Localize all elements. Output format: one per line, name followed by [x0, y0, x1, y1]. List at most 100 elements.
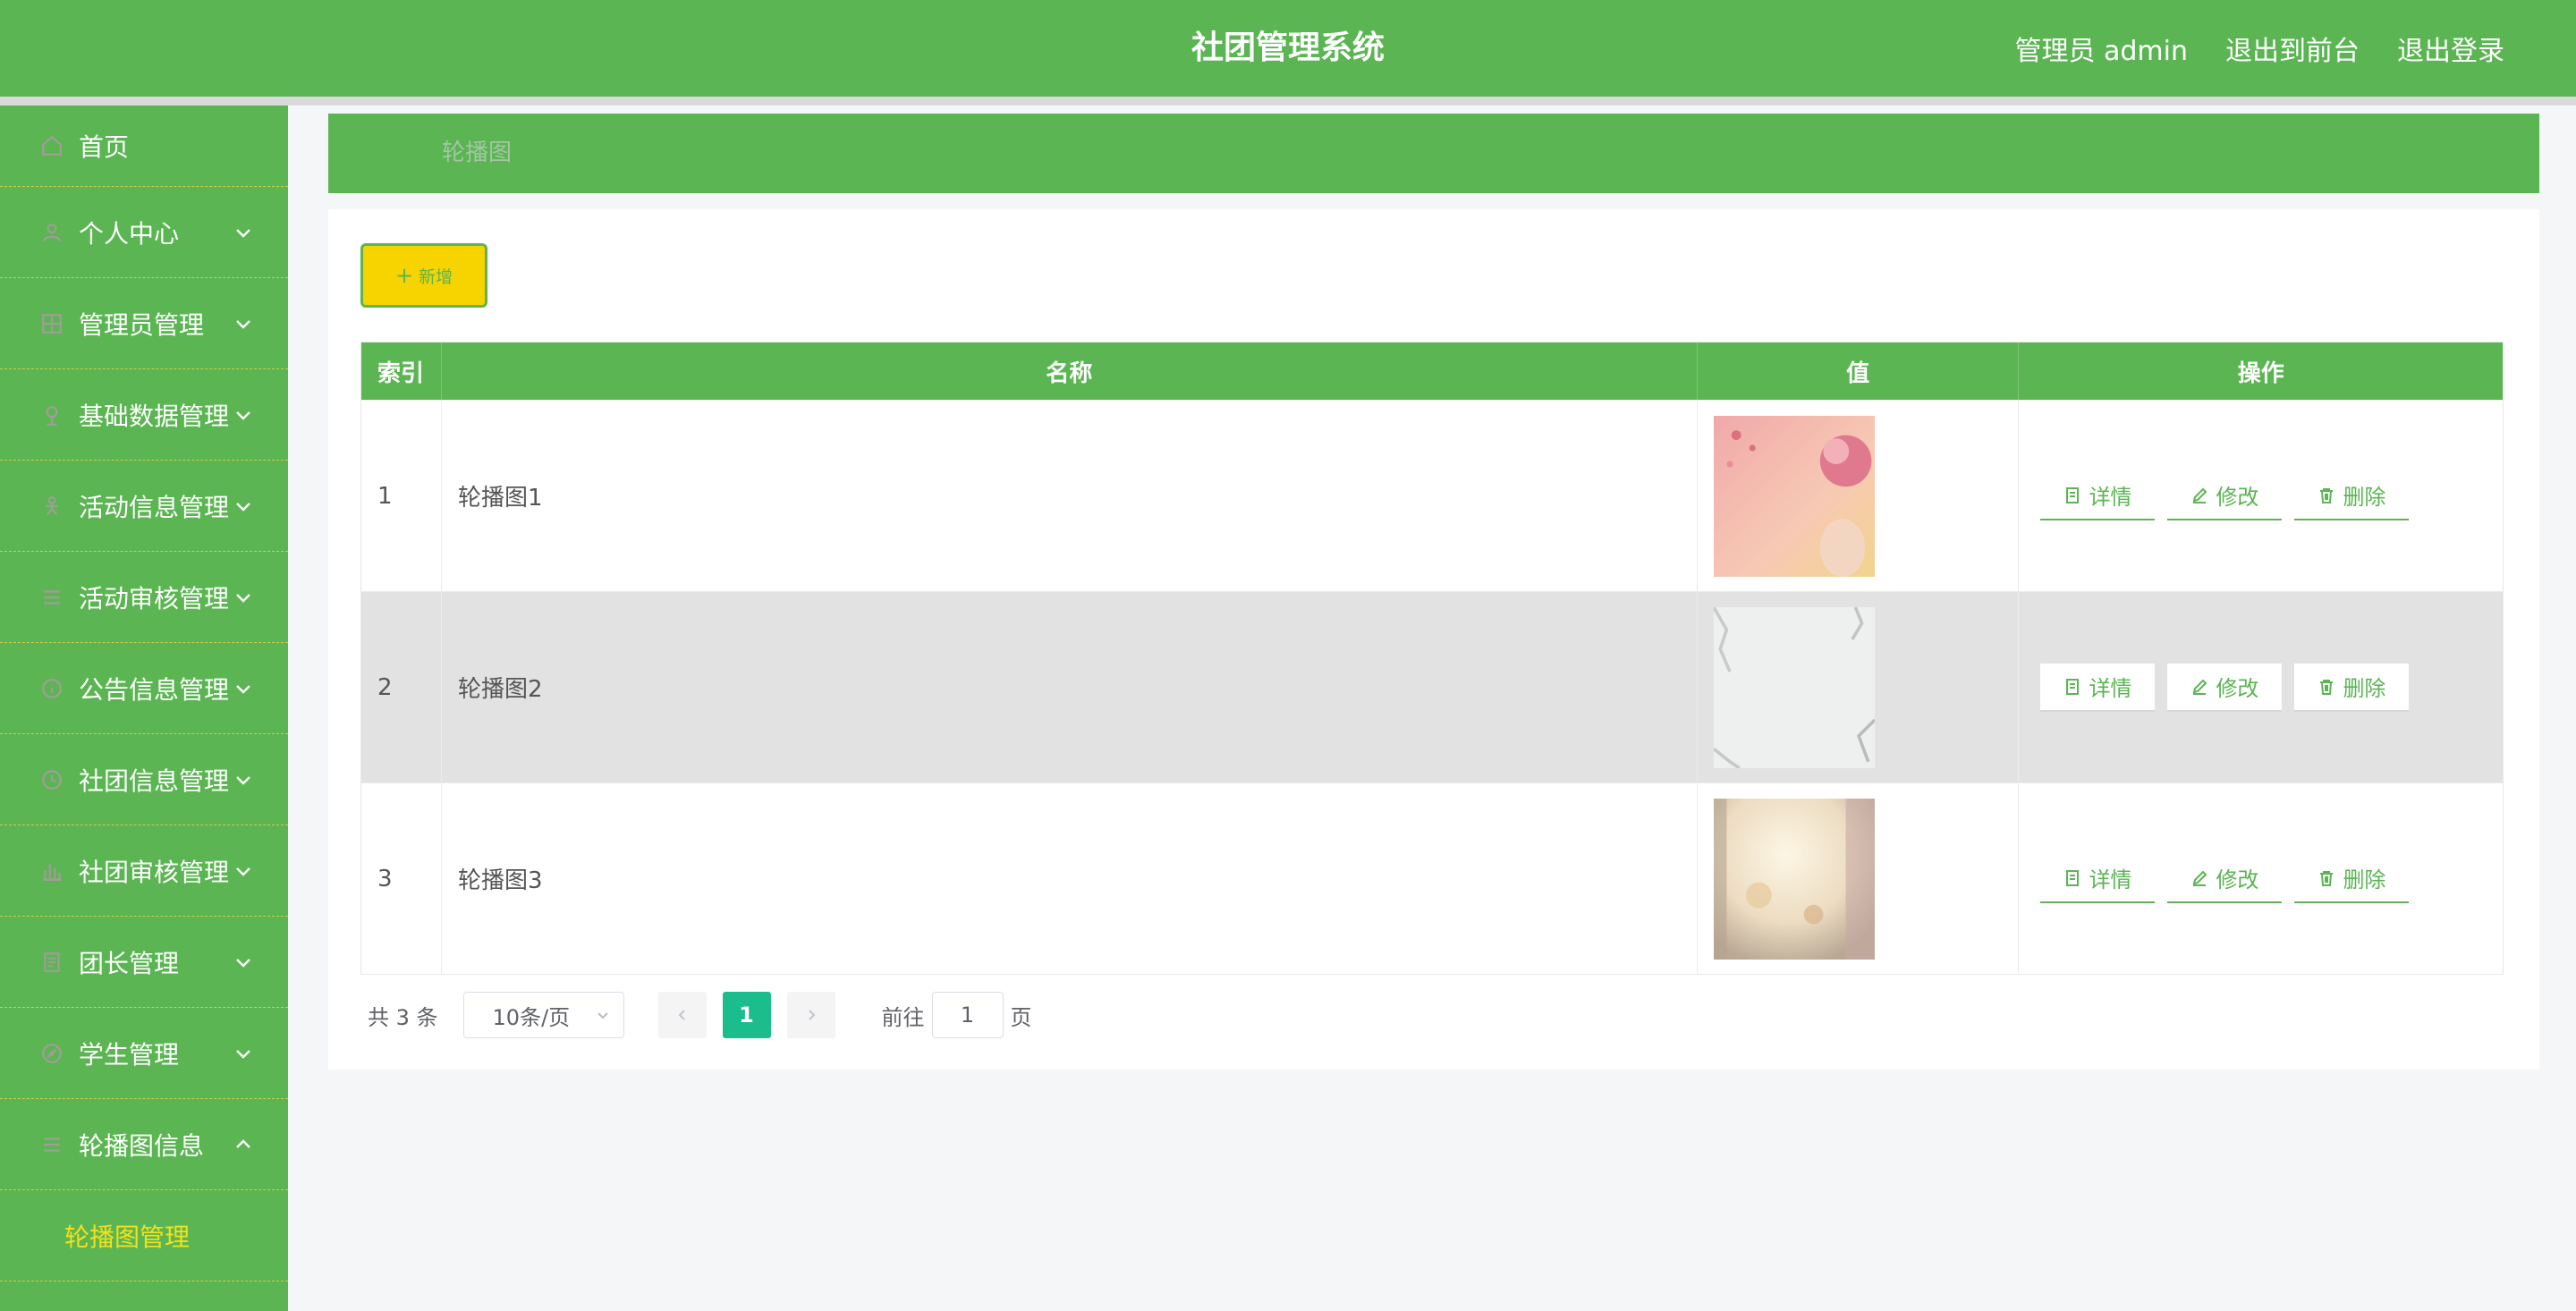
- sidebar-item-basic-data[interactable]: 基础数据管理: [0, 369, 288, 461]
- table-header: 索引 名称 值 操作: [361, 343, 2503, 400]
- row-actions: 详情 修改 删除: [2019, 592, 2503, 782]
- delete-button-label: 删除: [2343, 867, 2386, 892]
- carousel-thumbnail[interactable]: [1713, 415, 1875, 577]
- pin-icon: [39, 402, 64, 427]
- sidebar-item-label: 社团审核管理: [79, 857, 230, 887]
- add-button-label: 新增: [419, 266, 453, 287]
- sidebar-subitem-carousel-manage[interactable]: 轮播图管理: [0, 1190, 288, 1281]
- header-actions: 管理员 admin 退出到前台 退出登录: [2014, 0, 2504, 97]
- data-table: 索引 名称 值 操作 1 轮播图1 详情 修改 删除 2 轮播图2 详情 修改 …: [360, 342, 2504, 975]
- row-value-cell: [1698, 783, 2020, 974]
- chevron-down-icon: [233, 769, 254, 791]
- row-value-cell: [1698, 592, 2020, 782]
- sidebar-item-notices[interactable]: 公告信息管理: [0, 643, 288, 734]
- bar-chart-icon: [39, 858, 64, 884]
- user-icon: [39, 220, 64, 245]
- column-header-actions: 操作: [2237, 359, 2284, 387]
- chevron-down-icon: [233, 1043, 254, 1064]
- column-header-value: 值: [1698, 343, 2020, 400]
- sidebar-item-activity-info[interactable]: 活动信息管理: [0, 461, 288, 552]
- header-divider: [0, 97, 2576, 106]
- grid-icon: [39, 311, 64, 336]
- pencil-icon: [2193, 870, 2207, 886]
- row-value-cell: [1698, 401, 2020, 591]
- edit-button-label: 修改: [2216, 867, 2259, 892]
- goto-page-input[interactable]: [931, 992, 1004, 1038]
- row-name: 轮播图2: [442, 592, 1698, 782]
- chevron-down-icon: [233, 495, 254, 517]
- add-button[interactable]: + 新增: [360, 243, 487, 308]
- person-icon: [39, 494, 64, 519]
- delete-button[interactable]: 删除: [2294, 472, 2410, 520]
- delete-button[interactable]: 删除: [2294, 663, 2410, 712]
- edit-button[interactable]: 修改: [2167, 663, 2283, 712]
- goto-label: 前往: [881, 1004, 925, 1030]
- detail-button[interactable]: 详情: [2040, 855, 2156, 903]
- chevron-down-icon: [233, 587, 254, 608]
- edit-button[interactable]: 修改: [2167, 855, 2283, 903]
- table-row: 1 轮播图1 详情 修改 删除: [361, 400, 2503, 591]
- detail-button[interactable]: 详情: [2040, 663, 2156, 712]
- sidebar-item-students[interactable]: 学生管理: [0, 1008, 288, 1099]
- admin-label: 管理员 admin: [2014, 36, 2188, 67]
- trash-icon: [2320, 487, 2334, 503]
- prev-page-button[interactable]: [657, 992, 707, 1038]
- sidebar: 首页 个人中心 管理员管理 基础数据管理 活动信息管理 活动审核管理 公告信息管…: [0, 106, 288, 1311]
- page-size-select[interactable]: 10条/页: [462, 992, 624, 1038]
- sidebar-item-profile[interactable]: 个人中心: [0, 187, 288, 278]
- sidebar-item-admins[interactable]: 管理员管理: [0, 278, 288, 369]
- sidebar-item-club-review[interactable]: 社团审核管理: [0, 825, 288, 917]
- carousel-thumbnail[interactable]: [1713, 606, 1875, 768]
- chevron-down-icon: [233, 678, 254, 699]
- delete-button[interactable]: 删除: [2294, 855, 2410, 903]
- plus-icon: +: [394, 263, 414, 288]
- page-number-current[interactable]: 1: [722, 992, 771, 1038]
- sidebar-subitem-label: 轮播图管理: [64, 1222, 191, 1252]
- top-header: 社团管理系统 管理员 admin 退出到前台 退出登录: [0, 0, 2576, 97]
- content-panel: + 新增 索引 名称 值 操作 1 轮播图1 详情 修改 删除 2 轮播图2 详…: [328, 209, 2539, 1070]
- pencil-icon: [2193, 679, 2207, 695]
- sidebar-item-club-info[interactable]: 社团信息管理: [0, 734, 288, 825]
- edit-button-label: 修改: [2216, 485, 2259, 510]
- logout-link[interactable]: 退出登录: [2397, 29, 2504, 68]
- document-icon: [39, 950, 64, 975]
- sidebar-item-activity-review[interactable]: 活动审核管理: [0, 552, 288, 643]
- breadcrumb-current: 轮播图: [442, 140, 513, 166]
- chevron-left-icon: [678, 1010, 685, 1020]
- edit-button-label: 修改: [2216, 676, 2259, 701]
- sidebar-item-label: 活动审核管理: [79, 583, 230, 613]
- list-icon: [39, 585, 64, 610]
- row-index: 1: [361, 401, 442, 591]
- sidebar-item-label: 活动信息管理: [79, 492, 230, 522]
- sidebar-item-label: 公告信息管理: [79, 674, 230, 705]
- clock-icon: [39, 767, 64, 792]
- trash-icon: [2320, 870, 2334, 886]
- sidebar-item-leaders[interactable]: 团长管理: [0, 917, 288, 1008]
- detail-button-label: 详情: [2089, 867, 2132, 892]
- column-header-index: 索引: [361, 343, 442, 400]
- row-index: 2: [361, 592, 442, 782]
- chevron-down-icon: [233, 860, 254, 882]
- edit-button[interactable]: 修改: [2167, 472, 2283, 520]
- pencil-icon: [2193, 487, 2207, 503]
- pagination: 共 3 条 10条/页 1 前往 页: [368, 992, 1032, 1038]
- detail-button[interactable]: 详情: [2040, 472, 2156, 520]
- carousel-thumbnail[interactable]: [1713, 798, 1875, 960]
- row-actions: 详情 修改 删除: [2019, 401, 2503, 591]
- chevron-right-icon: [808, 1010, 815, 1020]
- row-name: 轮播图3: [442, 783, 1698, 974]
- chevron-up-icon: [233, 1134, 254, 1155]
- chevron-down-icon: [233, 952, 254, 973]
- exit-front-link[interactable]: 退出到前台: [2225, 29, 2360, 68]
- chevron-down-icon: [233, 313, 254, 334]
- table-row: 3 轮播图3 详情 修改 删除: [361, 782, 2503, 974]
- breadcrumb: 轮播图: [328, 114, 2539, 193]
- next-page-button[interactable]: [786, 992, 835, 1038]
- sidebar-item-label: 团长管理: [79, 948, 180, 978]
- sidebar-item-label: 首页: [79, 132, 130, 162]
- chevron-down-icon: [233, 222, 254, 243]
- sidebar-item-carousel[interactable]: 轮播图信息: [0, 1099, 288, 1190]
- goto-suffix: 页: [1010, 1004, 1032, 1030]
- sidebar-item-home[interactable]: 首页: [0, 106, 288, 187]
- trash-icon: [2320, 679, 2334, 695]
